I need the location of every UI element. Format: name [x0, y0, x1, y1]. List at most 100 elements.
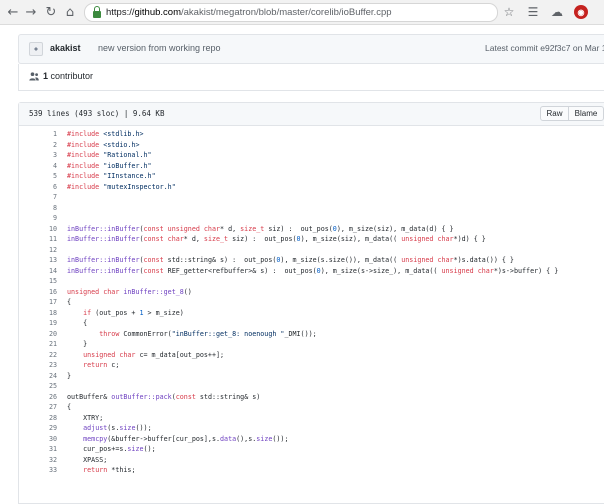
code-line: 12 [19, 245, 604, 256]
code-line: 5 #include "IInstance.h" [19, 171, 604, 182]
line-code: unsigned char c= m_data[out_pos++]; [83, 350, 225, 359]
code-line: 16 unsigned char inBuffer::get_8() [19, 287, 604, 298]
line-number[interactable]: 5 [19, 172, 57, 180]
code-line: 8 [19, 203, 604, 214]
line-number[interactable]: 25 [19, 382, 57, 390]
code-line: 32 XPASS; [19, 455, 604, 466]
line-code: inBuffer::inBuffer(const std::string& s)… [67, 256, 514, 264]
line-code: } [67, 340, 88, 348]
star-icon[interactable]: ☆ [500, 3, 518, 21]
commit-message[interactable]: new version from working repo [98, 43, 221, 53]
reload-icon[interactable]: ↻ [42, 3, 60, 21]
code-line: 28 XTRY; [19, 413, 604, 424]
line-number[interactable]: 10 [19, 225, 57, 233]
line-number[interactable]: 27 [19, 403, 57, 411]
line-number[interactable]: 7 [19, 193, 57, 201]
back-arrow-icon[interactable]: ← [4, 3, 22, 21]
line-code: throw CommonError("inBuffer::get_8: noen… [99, 329, 317, 338]
people-icon [29, 72, 39, 81]
line-code: inBuffer::inBuffer(const REF_getter<refb… [67, 266, 559, 275]
line-code: } [67, 371, 72, 380]
line-code: { [67, 298, 72, 306]
line-number[interactable]: 9 [19, 214, 57, 222]
contributors-link[interactable]: 1 contributor [43, 71, 93, 81]
line-number[interactable]: 17 [19, 298, 57, 306]
browser-toolbar: ← → ↻ ⌂ https://github.com/akakist/megat… [0, 0, 604, 25]
lock-icon [93, 6, 101, 18]
line-number[interactable]: 32 [19, 456, 57, 464]
line-number[interactable]: 19 [19, 319, 57, 327]
code-line: 29 adjust(s.size()); [19, 423, 604, 434]
line-number[interactable]: 29 [19, 424, 57, 432]
code-listing: 1 #include <stdlib.h> 2 #include <stdio.h> 3… [19, 129, 604, 476]
line-number[interactable]: 22 [19, 351, 57, 359]
code-line: 9 [19, 213, 604, 224]
line-code: memcpy(&buffer->buffer[cur_pos],s.data()… [83, 434, 289, 443]
line-number[interactable]: 14 [19, 267, 57, 275]
line-number[interactable]: 24 [19, 372, 57, 380]
line-number[interactable]: 23 [19, 361, 57, 369]
line-code: unsigned char inBuffer::get_8() [67, 287, 192, 296]
file-viewer: 539 lines (493 sloc) | 9.64 KB Raw Blame… [18, 102, 604, 504]
code-line: 1 #include <stdlib.h> [19, 129, 604, 140]
commit-author[interactable]: akakist [50, 43, 81, 53]
code-line: 11 inBuffer::inBuffer(const char* d, size… [19, 234, 604, 245]
line-number[interactable]: 8 [19, 204, 57, 212]
line-number[interactable]: 3 [19, 151, 57, 159]
line-code: #include "IInstance.h" [67, 172, 156, 180]
line-code: outBuffer& outBuffer::pack(const std::st… [67, 392, 261, 401]
contributor-count: 1 [43, 71, 49, 81]
code-line: 23 return c; [19, 360, 604, 371]
code-line: 6 #include "mutexInspector.h" [19, 182, 604, 193]
code-line: 21 } [19, 339, 604, 350]
latest-commit-info[interactable]: Latest commit e92f3c7 on Mar 11, 2020 [485, 43, 604, 53]
line-number[interactable]: 16 [19, 288, 57, 296]
url-text[interactable]: https://github.com/akakist/megatron/blob… [106, 7, 392, 18]
forward-arrow-icon[interactable]: → [22, 3, 40, 21]
line-code: inBuffer::inBuffer(const unsigned char* … [67, 224, 454, 233]
line-code: return c; [83, 361, 120, 369]
avatar[interactable] [29, 42, 43, 56]
blame-button[interactable]: Blame [568, 106, 604, 121]
code-line: 17 { [19, 297, 604, 308]
code-line: 7 [19, 192, 604, 203]
code-line: 30 memcpy(&buffer->buffer[cur_pos],s.dat… [19, 434, 604, 445]
code-line: 13 inBuffer::inBuffer(const std::string& … [19, 255, 604, 266]
line-number[interactable]: 21 [19, 340, 57, 348]
line-number[interactable]: 11 [19, 235, 57, 243]
line-number[interactable]: 2 [19, 141, 57, 149]
line-number[interactable]: 18 [19, 309, 57, 317]
line-number[interactable]: 15 [19, 277, 57, 285]
line-number[interactable]: 26 [19, 393, 57, 401]
line-number[interactable]: 1 [19, 130, 57, 138]
code-line: 25 [19, 381, 604, 392]
line-number[interactable]: 4 [19, 162, 57, 170]
code-line: 27 { [19, 402, 604, 413]
line-number[interactable]: 28 [19, 414, 57, 422]
line-code: #include "Rational.h" [67, 151, 152, 159]
line-code: { [67, 319, 88, 327]
line-number[interactable]: 31 [19, 445, 57, 453]
raw-button[interactable]: Raw [540, 106, 569, 121]
line-number[interactable]: 33 [19, 466, 57, 474]
line-number[interactable]: 6 [19, 183, 57, 191]
chrome-menu-icon[interactable]: ☰ [524, 3, 542, 21]
code-line: 3 #include "Rational.h" [19, 150, 604, 161]
line-number[interactable]: 13 [19, 256, 57, 264]
file-header: 539 lines (493 sloc) | 9.64 KB Raw Blame [19, 103, 604, 126]
line-code: cur_pos+=s.size(); [67, 445, 156, 453]
address-bar[interactable]: https://github.com/akakist/megatron/blob… [84, 3, 498, 22]
line-code: if (out_pos + 1 > m_size) [83, 308, 184, 317]
code-line: 33 return *this; [19, 465, 604, 476]
latest-commit-bar: akakist new version from working repo La… [18, 34, 604, 64]
home-icon[interactable]: ⌂ [61, 3, 79, 21]
camera-icon[interactable]: ◉ [574, 5, 588, 19]
code-line: 26 outBuffer& outBuffer::pack(const std::… [19, 392, 604, 403]
code-line: 24} [19, 371, 604, 382]
cloud-icon[interactable]: ☁ [548, 3, 566, 21]
line-number[interactable]: 12 [19, 246, 57, 254]
line-number[interactable]: 20 [19, 330, 57, 338]
line-number[interactable]: 30 [19, 435, 57, 443]
code-line: 18 if (out_pos + 1 > m_size) [19, 308, 604, 319]
code-line: 20 throw CommonError("inBuffer::get_8: n… [19, 329, 604, 340]
